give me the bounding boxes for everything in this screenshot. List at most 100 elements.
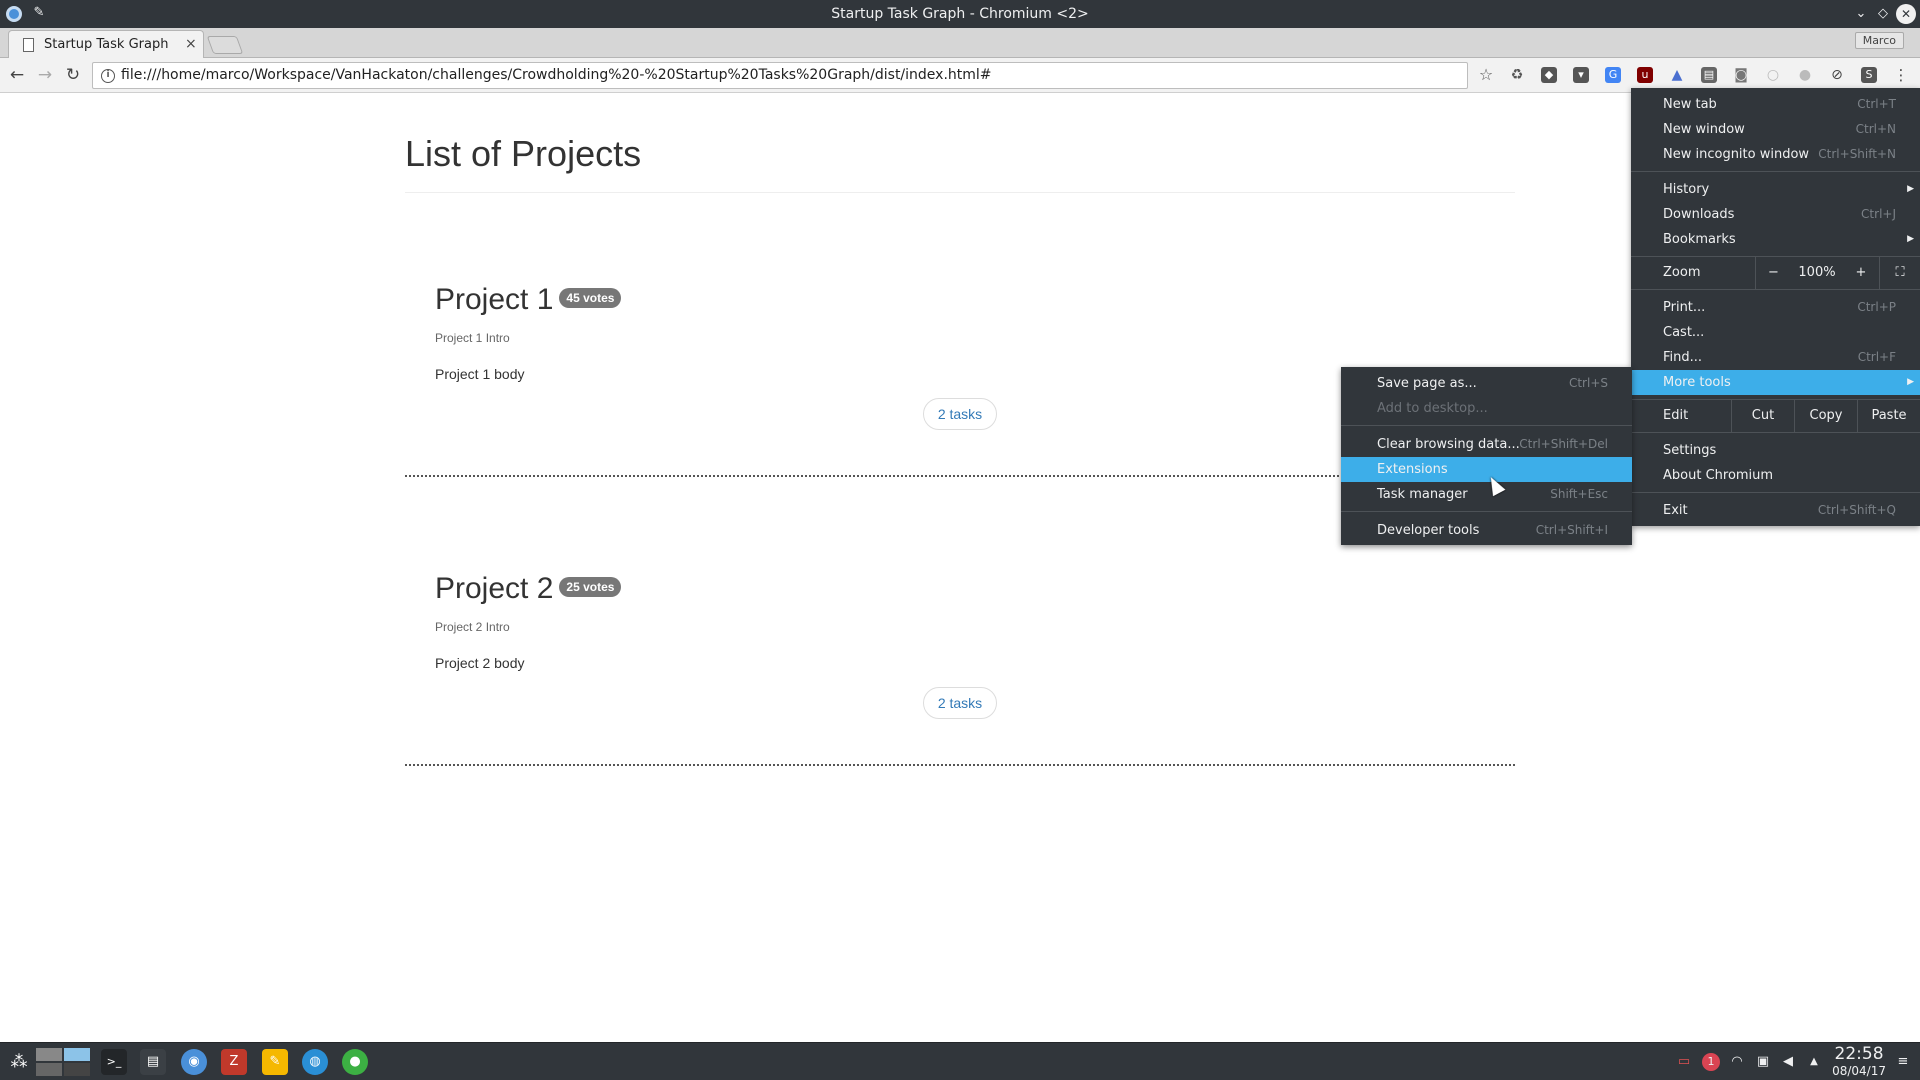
menu-item-print[interactable]: Print... Ctrl+P (1631, 295, 1920, 320)
menu-separator (1631, 171, 1920, 172)
votes-badge: 45 votes (559, 288, 622, 309)
desktop-1[interactable] (36, 1048, 62, 1061)
menu-item-label: Save page as... (1377, 376, 1477, 391)
menu-item-downloads[interactable]: Downloads Ctrl+J (1631, 202, 1920, 227)
app-launcher-icon[interactable]: ⁂ (6, 1049, 32, 1075)
forward-icon[interactable]: → (34, 64, 56, 86)
reload-icon[interactable]: ↻ (62, 64, 84, 86)
title-divider (405, 192, 1515, 193)
menu-item-label: Developer tools (1377, 523, 1480, 538)
project-divider (405, 764, 1515, 766)
desktop-4[interactable] (64, 1063, 90, 1076)
sync-icon[interactable]: ⊘ (1829, 67, 1845, 83)
new-tab-button[interactable] (206, 36, 244, 54)
pocket-icon[interactable]: ▾ (1573, 67, 1589, 83)
submenu-item-developer-tools[interactable]: Developer tools Ctrl+Shift+I (1341, 518, 1632, 543)
extension-icon[interactable]: ○ (1765, 67, 1781, 83)
project-name: Project 2 (435, 572, 554, 605)
tasks-button[interactable]: 2 tasks (923, 687, 997, 719)
cut-button[interactable]: Cut (1731, 400, 1794, 432)
back-icon[interactable]: ← (6, 64, 28, 86)
fullscreen-icon[interactable]: ⛶ (1879, 257, 1920, 289)
translate-icon[interactable]: G (1605, 67, 1621, 83)
window-titlebar: ✎ Startup Task Graph - Chromium <2> ⌄ ◇ … (0, 0, 1920, 28)
zoom-level: 100% (1798, 265, 1836, 280)
menu-item-find[interactable]: Find... Ctrl+F (1631, 345, 1920, 370)
submenu-item-clear-data[interactable]: Clear browsing data... Ctrl+Shift+Del (1341, 432, 1632, 457)
menu-item-about[interactable]: About Chromium (1631, 463, 1920, 488)
desktop-3[interactable] (36, 1063, 62, 1076)
show-desktop-icon[interactable]: ≡ (1894, 1053, 1912, 1071)
url-text[interactable]: file:///home/marco/Workspace/VanHackaton… (121, 63, 992, 88)
chromium-menu: New tab Ctrl+T New window Ctrl+N New incog… (1631, 88, 1920, 526)
menu-item-label: Find... (1663, 350, 1703, 365)
battery-monitor-icon[interactable]: ▭ (1675, 1053, 1693, 1071)
maximize-icon[interactable]: ◇ (1873, 4, 1893, 24)
profile-button[interactable]: Marco (1854, 32, 1904, 49)
zoom-out-button[interactable]: − (1755, 257, 1791, 289)
menu-item-new-incognito[interactable]: New incognito window Ctrl+Shift+N (1631, 142, 1920, 167)
virtual-desktops[interactable] (36, 1048, 92, 1076)
ublock-icon[interactable]: u (1637, 67, 1653, 83)
bookmark-star-icon[interactable]: ☆ (1478, 67, 1494, 83)
menu-item-label: Exit (1663, 503, 1688, 518)
camera-icon[interactable]: ◙ (1733, 67, 1749, 83)
menu-icon[interactable]: ⋮ (1893, 67, 1909, 83)
keep-icon[interactable]: ✎ (262, 1049, 288, 1075)
minimize-icon[interactable]: ⌄ (1851, 4, 1871, 24)
menu-item-shortcut: Ctrl+P (1857, 300, 1896, 314)
system-taskbar: ⁂ >_ ▤ ◉ Z ✎ ◍ ● ▭ 1 ◠ ▣ ◀ ▲ 22:58 08/04… (0, 1042, 1920, 1080)
menu-item-label: Clear browsing data... (1377, 437, 1520, 452)
menu-item-bookmarks[interactable]: Bookmarks ▶ (1631, 227, 1920, 252)
shield-icon[interactable]: ◆ (1541, 67, 1557, 83)
menu-item-label: New window (1663, 122, 1745, 137)
volume-icon[interactable]: ◀ (1779, 1053, 1797, 1071)
location-icon[interactable]: ● (1797, 67, 1813, 83)
menu-item-settings[interactable]: Settings (1631, 438, 1920, 463)
zoom-in-button[interactable]: + (1843, 257, 1879, 289)
clock-date: 08/04/17 (1832, 1064, 1886, 1078)
project-intro: Project 1 Intro (435, 331, 510, 345)
address-bar[interactable]: i file:///home/marco/Workspace/VanHackat… (92, 62, 1468, 89)
menu-item-label: More tools (1663, 375, 1731, 390)
clipboard-icon[interactable]: ▣ (1754, 1053, 1772, 1071)
menu-item-history[interactable]: History ▶ (1631, 177, 1920, 202)
menu-item-more-tools[interactable]: More tools ▶ (1631, 370, 1920, 395)
files-icon[interactable]: ▤ (140, 1049, 166, 1075)
network-app-icon[interactable]: ◍ (302, 1049, 328, 1075)
close-window-icon[interactable]: ✕ (1896, 4, 1916, 24)
tab-close-icon[interactable]: × (185, 31, 197, 58)
paste-button[interactable]: Paste (1857, 400, 1920, 432)
recycle-icon[interactable]: ♻ (1509, 67, 1525, 83)
spotify-icon[interactable]: ● (342, 1049, 368, 1075)
menu-item-label: About Chromium (1663, 468, 1774, 483)
project-card: Project 2 25 votes Project 2 Intro Projec… (405, 572, 1515, 862)
menu-item-shortcut: Ctrl+N (1855, 122, 1896, 136)
chromium-taskbar-icon[interactable]: ◉ (181, 1049, 207, 1075)
submenu-item-save-page[interactable]: Save page as... Ctrl+S (1341, 371, 1632, 396)
tab-startup-task-graph[interactable]: Startup Task Graph × (8, 30, 204, 58)
votes-badge: 25 votes (559, 577, 622, 598)
menu-item-label: Settings (1663, 443, 1717, 458)
page-title: List of Projects (405, 133, 642, 174)
menu-item-label: New tab (1663, 97, 1717, 112)
menu-item-cast[interactable]: Cast... (1631, 320, 1920, 345)
stylus-icon[interactable]: S (1861, 67, 1877, 83)
project-name: Project 1 (435, 283, 554, 316)
terminal-icon[interactable]: >_ (101, 1049, 127, 1075)
prism-icon[interactable]: ▲ (1669, 67, 1685, 83)
desktop-2[interactable] (64, 1048, 90, 1061)
clock[interactable]: 22:58 08/04/17 (1832, 1045, 1886, 1079)
menu-item-new-window[interactable]: New window Ctrl+N (1631, 117, 1920, 142)
copy-button[interactable]: Copy (1794, 400, 1857, 432)
tasks-button[interactable]: 2 tasks (923, 398, 997, 430)
filezilla-icon[interactable]: Z (221, 1049, 247, 1075)
tray-expand-icon[interactable]: ▲ (1805, 1053, 1823, 1071)
notification-badge[interactable]: 1 (1702, 1053, 1720, 1071)
info-icon[interactable]: i (101, 69, 115, 83)
clipper-icon[interactable]: ▤ (1701, 67, 1717, 83)
menu-item-exit[interactable]: Exit Ctrl+Shift+Q (1631, 498, 1920, 523)
wifi-icon[interactable]: ◠ (1728, 1053, 1746, 1071)
menu-item-new-tab[interactable]: New tab Ctrl+T (1631, 92, 1920, 117)
submenu-arrow-icon: ▶ (1907, 184, 1914, 194)
